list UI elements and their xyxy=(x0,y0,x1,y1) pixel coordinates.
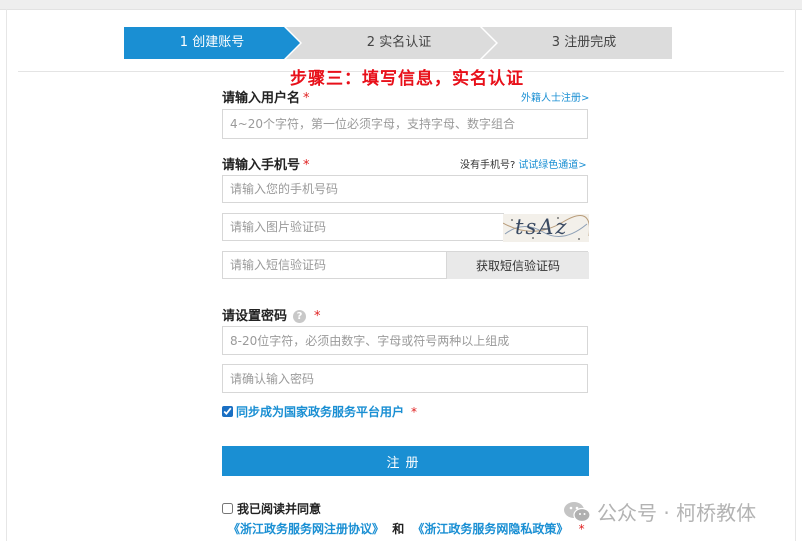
required-mark: * xyxy=(303,91,310,106)
watermark-text: 公众号 · 柯桥教体 xyxy=(597,501,757,525)
foreign-register-link[interactable]: 外籍人士注册> xyxy=(521,89,589,104)
green-channel: 没有手机号? 试试绿色通道> xyxy=(460,156,587,171)
phone-label: 请输入手机号 * xyxy=(222,154,310,173)
password-field-box xyxy=(222,326,588,355)
green-channel-link[interactable]: 试试绿色通道> xyxy=(518,160,586,171)
password-label-text: 请设置密码 xyxy=(222,309,288,324)
username-label: 请输入用户名 * xyxy=(222,87,310,106)
step-label: 2 实名认证 xyxy=(366,35,432,50)
agreement-checkbox[interactable] xyxy=(222,503,233,514)
required-mark: * xyxy=(411,404,418,419)
captcha-text: tsAz xyxy=(515,215,569,239)
step-create-account: 1 创建账号 xyxy=(124,27,300,59)
username-input[interactable] xyxy=(223,110,587,138)
sync-checkbox[interactable] xyxy=(222,406,233,417)
username-label-text: 请输入用户名 xyxy=(222,91,301,106)
phone-field-box xyxy=(222,175,588,203)
step-label: 1 创建账号 xyxy=(179,35,245,50)
username-field-box xyxy=(222,109,588,139)
watermark: 公众号 · 柯桥教体 xyxy=(563,497,756,526)
top-bar xyxy=(0,0,802,10)
confirm-password-input[interactable] xyxy=(223,365,587,392)
confirm-password-field-box xyxy=(222,364,588,393)
step-progress: 1 创建账号 2 实名认证 3 注册完成 xyxy=(124,27,672,59)
image-code-input[interactable] xyxy=(223,214,503,240)
required-mark: * xyxy=(314,309,321,324)
step-label: 3 注册完成 xyxy=(551,35,617,50)
get-sms-code-button[interactable]: 获取短信验证码 xyxy=(446,252,589,279)
registration-protocol-link[interactable]: 《浙江政务服务网注册协议》 xyxy=(228,522,384,536)
image-code-field-box xyxy=(222,213,504,241)
phone-input[interactable] xyxy=(223,176,587,202)
phone-label-text: 请输入手机号 xyxy=(222,158,301,173)
wechat-icon xyxy=(564,501,591,522)
protocol-row: 《浙江政务服务网注册协议》 和 《浙江政务服务网隐私政策》 * xyxy=(228,520,585,537)
no-phone-text: 没有手机号? xyxy=(460,160,516,171)
step-complete: 3 注册完成 xyxy=(480,27,672,59)
password-input[interactable] xyxy=(223,327,587,354)
password-label: 请设置密码? * xyxy=(222,305,321,324)
and-text: 和 xyxy=(392,522,405,536)
right-border xyxy=(795,9,796,541)
required-mark: * xyxy=(303,158,310,173)
sms-code-input[interactable] xyxy=(223,252,447,278)
agreement-row: 我已阅读并同意 xyxy=(222,500,321,517)
captcha-image[interactable]: tsAz xyxy=(503,214,589,242)
sync-label[interactable]: 同步成为国家政务服务平台用户 xyxy=(236,403,404,420)
left-border xyxy=(6,9,7,541)
help-icon[interactable]: ? xyxy=(293,310,307,323)
step-annotation: 步骤三：填写信息，实名认证 xyxy=(290,69,524,89)
agreement-label: 我已阅读并同意 xyxy=(237,502,322,516)
register-button[interactable]: 注册 xyxy=(222,446,589,476)
step-real-name: 2 实名认证 xyxy=(286,27,496,59)
sync-row: 同步成为国家政务服务平台用户 * xyxy=(222,403,417,420)
privacy-policy-link[interactable]: 《浙江政务服务网隐私政策》 xyxy=(412,522,568,536)
